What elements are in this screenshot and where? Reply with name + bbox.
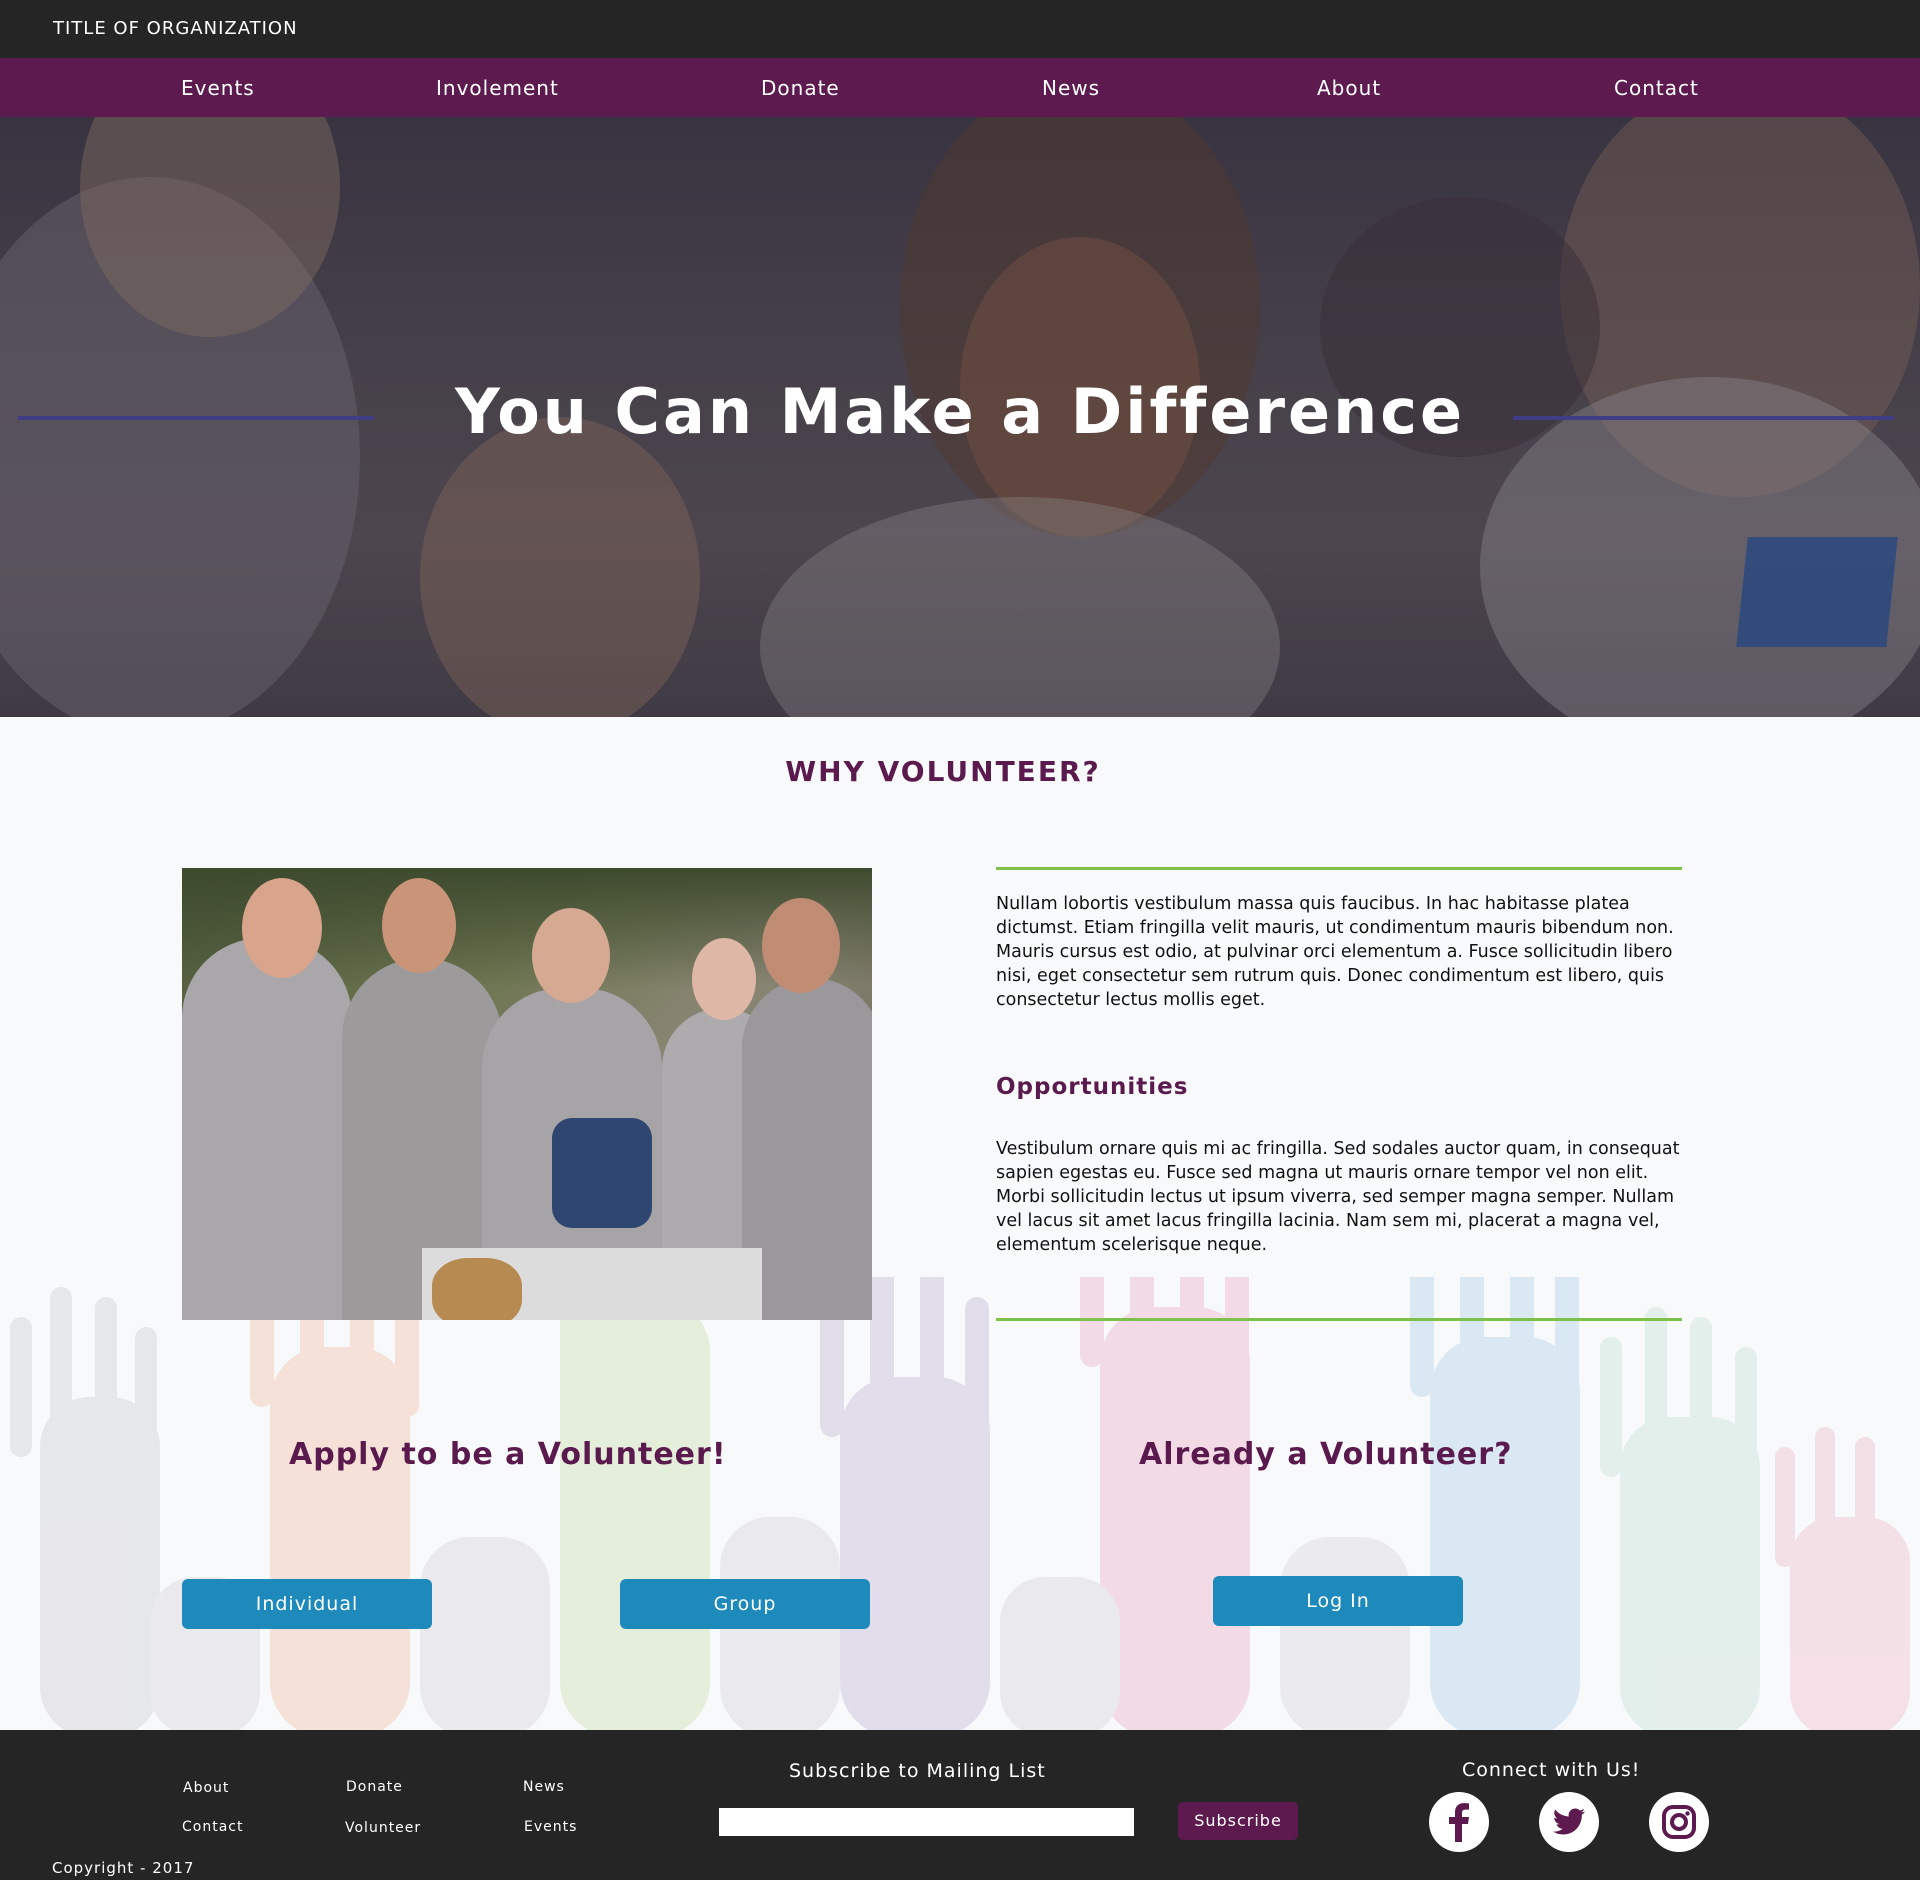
- subscribe-button[interactable]: Subscribe: [1178, 1802, 1298, 1840]
- nav-item-contact[interactable]: Contact: [1614, 76, 1699, 100]
- intro-paragraph: Nullam lobortis vestibulum massa quis fa…: [996, 894, 1674, 1010]
- organization-title[interactable]: TITLE OF ORGANIZATION: [53, 18, 298, 39]
- nav-item-involvement[interactable]: Involement: [436, 76, 559, 100]
- email-subscribe-input[interactable]: [719, 1808, 1134, 1836]
- already-volunteer-heading: Already a Volunteer?: [1139, 1437, 1513, 1472]
- instagram-icon[interactable]: [1649, 1792, 1709, 1852]
- facebook-icon[interactable]: [1429, 1792, 1489, 1852]
- opportunities-paragraph: Vestibulum ornare quis mi ac fringilla. …: [996, 1139, 1680, 1255]
- nav-item-donate[interactable]: Donate: [761, 76, 840, 100]
- individual-button[interactable]: Individual: [182, 1579, 432, 1629]
- connect-heading: Connect with Us!: [1462, 1759, 1641, 1781]
- footer-link-contact[interactable]: Contact: [182, 1819, 243, 1835]
- footer-link-volunteer[interactable]: Volunteer: [345, 1820, 421, 1836]
- footer-link-events[interactable]: Events: [524, 1819, 577, 1835]
- hero-title: You Can Make a Difference: [454, 375, 1466, 448]
- footer-link-news[interactable]: News: [523, 1779, 565, 1795]
- nav-item-news[interactable]: News: [1042, 76, 1100, 100]
- footer: About Donate News Contact Volunteer Even…: [0, 1730, 1920, 1880]
- subscribe-heading: Subscribe to Mailing List: [789, 1760, 1046, 1782]
- group-button[interactable]: Group: [620, 1579, 870, 1629]
- section-title: WHY VOLUNTEER?: [785, 755, 1101, 788]
- top-bar: TITLE OF ORGANIZATION: [0, 0, 1920, 58]
- why-volunteer-section: WHY VOLUNTEER? Nullam lobortis vestibulu…: [0, 717, 1920, 1730]
- nav-item-about[interactable]: About: [1317, 76, 1381, 100]
- main-nav: Events Involement Donate News About Cont…: [0, 58, 1920, 117]
- volunteers-photo: [182, 868, 872, 1320]
- opportunities-heading: Opportunities: [996, 1074, 1189, 1100]
- raised-hands-background: [10, 1277, 1910, 1730]
- footer-link-donate[interactable]: Donate: [346, 1779, 403, 1795]
- login-button[interactable]: Log In: [1213, 1576, 1463, 1626]
- divider-top: [996, 867, 1682, 870]
- hero-banner: You Can Make a Difference: [0, 117, 1920, 717]
- apply-heading: Apply to be a Volunteer!: [289, 1437, 727, 1472]
- copyright-text: Copyright - 2017: [52, 1859, 195, 1877]
- divider-bottom: [996, 1318, 1682, 1321]
- footer-link-about[interactable]: About: [183, 1780, 229, 1796]
- twitter-icon[interactable]: [1539, 1792, 1599, 1852]
- nav-item-events[interactable]: Events: [181, 76, 255, 100]
